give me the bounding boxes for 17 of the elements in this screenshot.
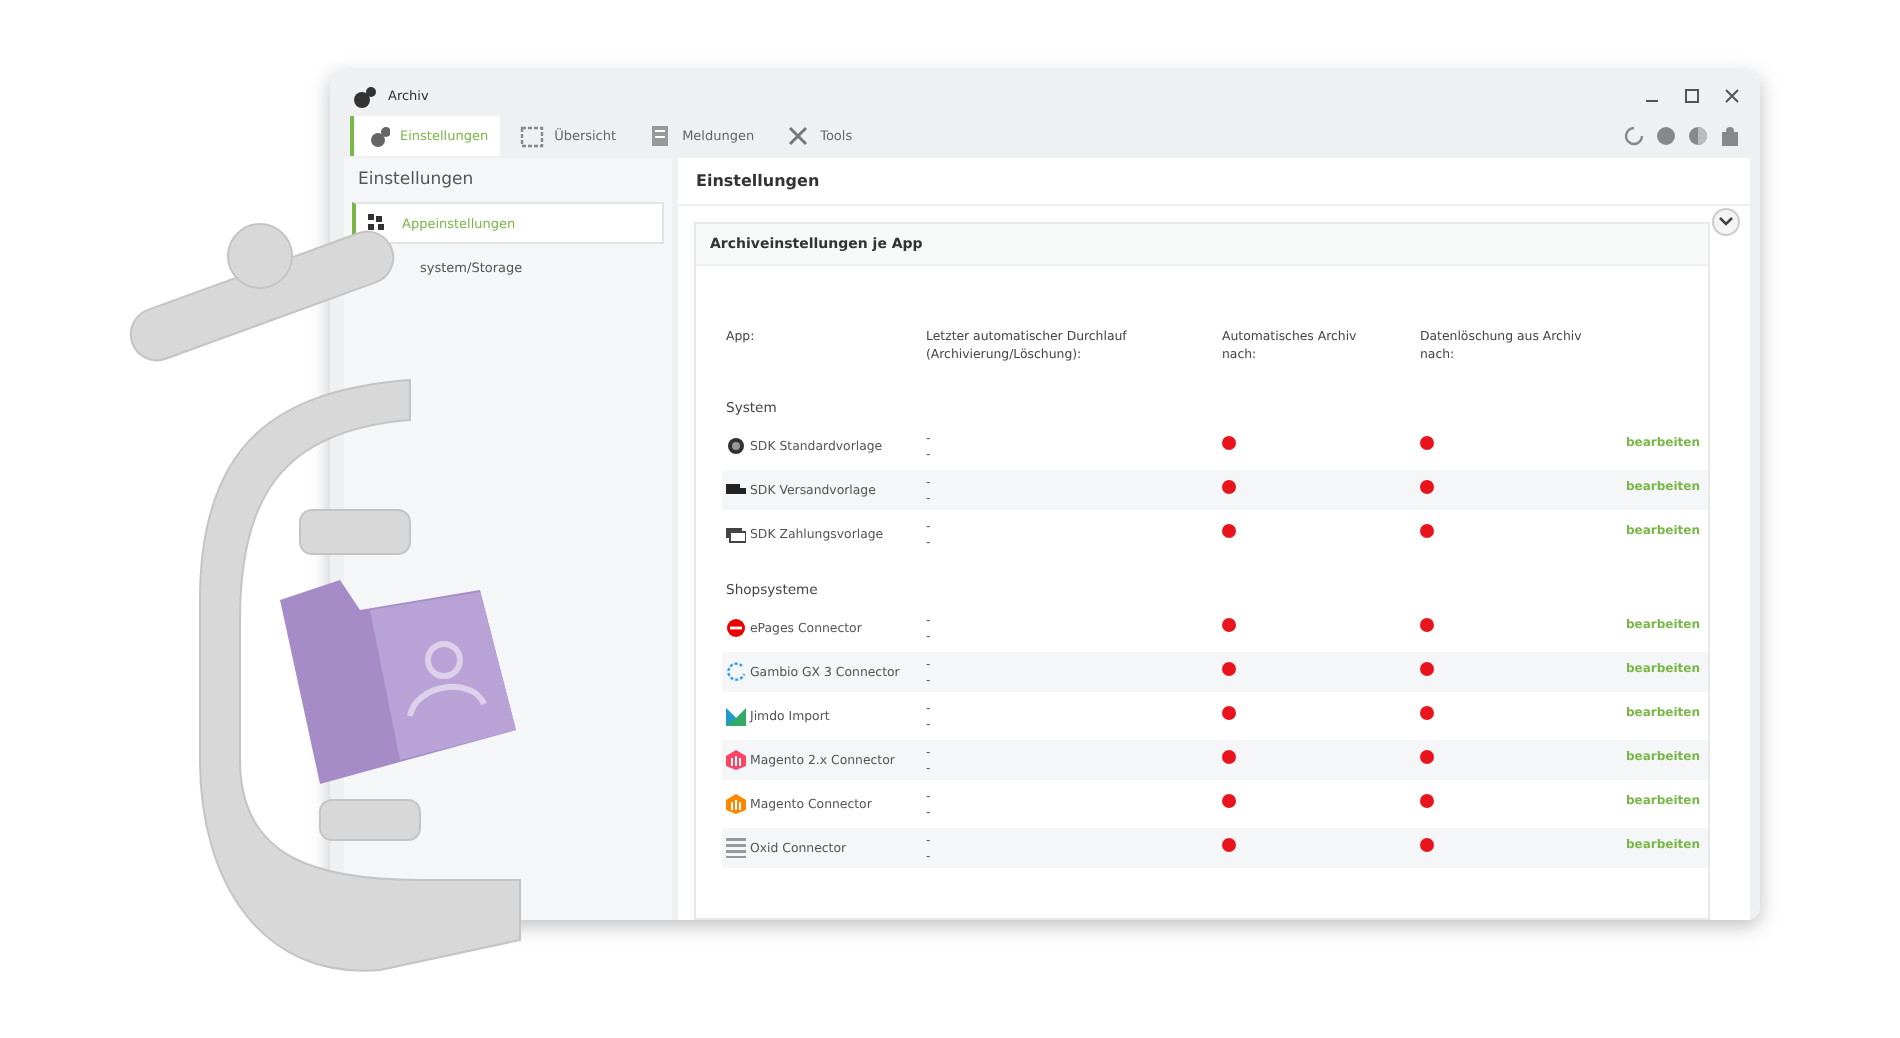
refresh-icon[interactable] <box>1624 126 1644 146</box>
lines-icon <box>726 838 746 859</box>
square-logo-icon <box>726 706 746 727</box>
sidebar-title: Einstellungen <box>358 170 476 190</box>
hexagon-icon <box>726 794 746 815</box>
logo-icon <box>726 618 746 639</box>
card-icon <box>726 524 746 545</box>
swirl-icon <box>726 662 746 683</box>
document-icon <box>648 124 673 148</box>
chevron-icon <box>1718 216 1734 228</box>
puzzle-icon[interactable] <box>1720 126 1740 146</box>
collapse-button[interactable] <box>1712 208 1740 236</box>
maximize-icon[interactable] <box>1684 88 1700 104</box>
content-title: Einstellungen <box>678 158 1750 206</box>
close-icon[interactable] <box>1724 88 1740 104</box>
badge-icon <box>726 436 746 457</box>
app-logo-icon <box>354 85 376 107</box>
